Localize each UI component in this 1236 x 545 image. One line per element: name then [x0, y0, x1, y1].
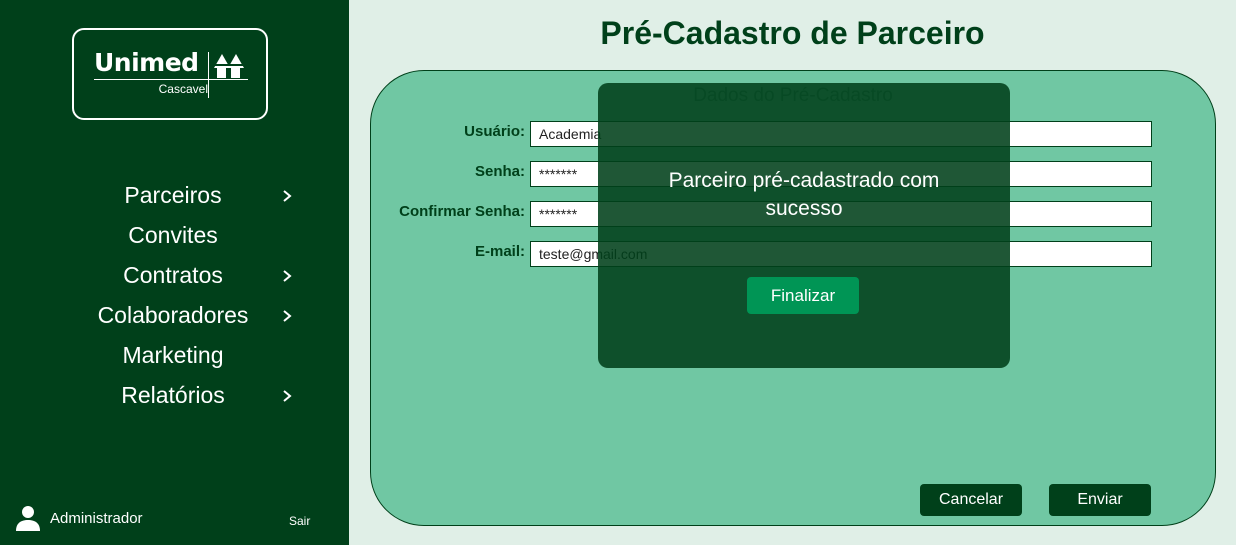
- sidebar-item-relatorios[interactable]: Relatórios: [0, 376, 349, 416]
- sidebar-item-label: Parceiros: [124, 182, 222, 208]
- email-label: E-mail:: [474, 243, 525, 260]
- sidebar-item-parceiros[interactable]: Parceiros: [0, 176, 349, 216]
- unimed-logo: Unimed Cascavel: [72, 28, 268, 120]
- sidebar-item-contratos[interactable]: Contratos: [0, 256, 349, 296]
- chevron-right-icon: [283, 390, 292, 402]
- success-dialog: Parceiro pré-cadastrado com sucesso Fina…: [598, 83, 1010, 368]
- sidebar-item-label: Contratos: [123, 262, 223, 288]
- chevron-right-icon: [283, 190, 292, 202]
- password-label: Senha:: [474, 163, 525, 180]
- unimed-trees-icon: [214, 54, 248, 78]
- logo-underline: [94, 79, 248, 80]
- sidebar-item-colaboradores[interactable]: Colaboradores: [0, 296, 349, 336]
- user-name: Administrador: [50, 510, 143, 527]
- submit-button[interactable]: Enviar: [1049, 484, 1151, 516]
- logo-name: Unimed: [94, 48, 199, 77]
- username-label: Usuário:: [464, 123, 525, 140]
- sidebar-item-convites[interactable]: Convites: [0, 216, 349, 256]
- sidebar-item-label: Colaboradores: [97, 302, 249, 328]
- cancel-button[interactable]: Cancelar: [920, 484, 1022, 516]
- sidebar-item-label: Marketing: [122, 342, 224, 368]
- sidebar-nav: Parceiros Convites Contratos Colaborador…: [0, 176, 349, 416]
- sidebar-item-marketing[interactable]: Marketing: [0, 336, 349, 376]
- sidebar: Unimed Cascavel Parceiros Convites Contr…: [0, 0, 349, 545]
- chevron-right-icon: [283, 310, 292, 322]
- finish-button[interactable]: Finalizar: [747, 277, 859, 314]
- confirm-password-label: Confirmar Senha:: [399, 203, 525, 220]
- logo-separator: [208, 52, 209, 98]
- sidebar-item-label: Convites: [128, 222, 218, 248]
- page-title: Pré-Cadastro de Parceiro: [600, 15, 985, 51]
- success-message: Parceiro pré-cadastrado com sucesso: [668, 169, 940, 220]
- user-icon: [16, 506, 40, 531]
- sidebar-item-label: Relatórios: [121, 382, 225, 408]
- chevron-right-icon: [283, 270, 292, 282]
- logo-subtitle: Cascavel: [158, 82, 208, 96]
- logout-link[interactable]: Sair: [289, 514, 310, 528]
